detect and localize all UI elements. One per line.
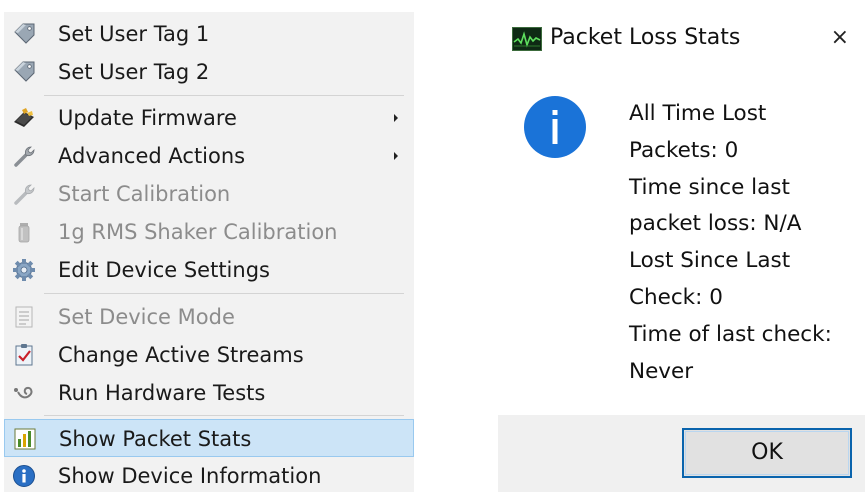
menu-item-label: Change Active Streams (58, 343, 304, 367)
menu-item-label: Show Packet Stats (59, 427, 252, 451)
close-button[interactable]: × (831, 22, 849, 54)
menu-item-label: Set User Tag 2 (58, 60, 210, 84)
bar-chart-icon (13, 427, 37, 451)
checklist-icon (12, 343, 36, 367)
gear-icon (12, 258, 36, 282)
message-line: All Time Lost (629, 101, 767, 126)
message-line: Time of last check: (629, 321, 832, 347)
message-line: Check: 0 (629, 284, 723, 310)
menu-item-label: Set Device Mode (58, 305, 235, 329)
menu-item-run-hardware-tests[interactable]: Run Hardware Tests (4, 374, 414, 412)
chip-icon (12, 106, 36, 130)
packet-loss-dialog: Packet Loss Stats × All Time Lost Packet… (498, 8, 865, 492)
message-line: Time since last (629, 174, 790, 200)
menu-item-start-calibration[interactable]: Start Calibration (4, 175, 414, 213)
context-menu: Set User Tag 1 Set User Tag 2 Update Fir… (4, 12, 414, 492)
menu-item-label: Run Hardware Tests (58, 381, 266, 405)
menu-item-set-user-tag-1[interactable]: Set User Tag 1 (4, 15, 414, 53)
menu-item-edit-device-settings[interactable]: Edit Device Settings (4, 251, 414, 289)
cylinder-icon (12, 220, 36, 244)
ok-button[interactable]: OK (682, 428, 852, 478)
dialog-title: Packet Loss Stats (550, 25, 741, 50)
info-icon (524, 96, 586, 158)
message-line: packet loss: N/A (629, 211, 802, 237)
wrench-icon (12, 144, 36, 168)
message-line: Lost Since Last (629, 248, 791, 274)
menu-item-set-user-tag-2[interactable]: Set User Tag 2 (4, 53, 414, 91)
info-icon (12, 464, 36, 488)
menu-item-label: Edit Device Settings (58, 258, 270, 282)
menu-item-update-firmware[interactable]: Update Firmware (4, 99, 414, 137)
menu-item-label: Advanced Actions (58, 144, 246, 168)
menu-item-label: Update Firmware (58, 106, 237, 130)
menu-item-label: 1g RMS Shaker Calibration (58, 220, 338, 244)
submenu-arrow-icon (394, 114, 398, 122)
tag-icon (12, 22, 36, 46)
menu-item-set-device-mode[interactable]: Set Device Mode (4, 298, 414, 336)
dialog-message: All Time Lost Packets: 0 Time since last… (629, 96, 859, 390)
menu-item-label: Start Calibration (58, 182, 231, 206)
menu-separator (44, 293, 404, 294)
menu-item-change-active-streams[interactable]: Change Active Streams (4, 336, 414, 374)
app-icon (512, 27, 542, 51)
wrench-icon (12, 182, 36, 206)
menu-separator (44, 95, 404, 96)
menu-separator (44, 415, 404, 416)
message-line: Never (629, 358, 694, 384)
submenu-arrow-icon (394, 152, 398, 160)
dialog-footer: OK (498, 415, 865, 492)
menu-item-label: Show Device Information (58, 464, 322, 488)
menu-item-shaker-calibration[interactable]: 1g RMS Shaker Calibration (4, 213, 414, 251)
menu-item-advanced-actions[interactable]: Advanced Actions (4, 137, 414, 175)
menu-item-label: Set User Tag 1 (58, 22, 210, 46)
message-line: Packets: 0 (629, 137, 739, 163)
probe-icon (12, 381, 36, 405)
tag-icon (12, 60, 36, 84)
menu-item-show-packet-stats[interactable]: Show Packet Stats (4, 419, 414, 457)
menu-item-show-device-information[interactable]: Show Device Information (4, 457, 414, 495)
list-icon (12, 305, 36, 329)
